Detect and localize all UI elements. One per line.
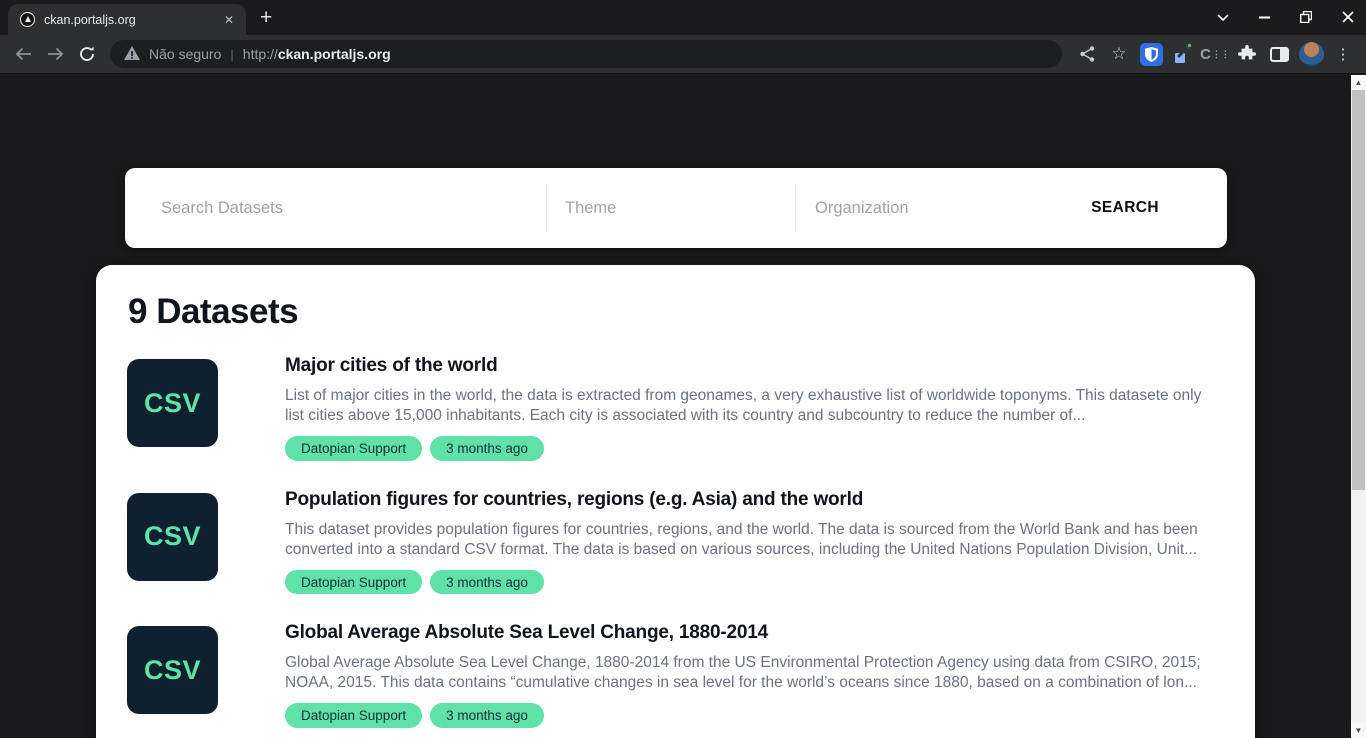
dataset-title[interactable]: Major cities of the world [285, 355, 1222, 377]
scroll-up-arrow-icon[interactable]: ▲ [1351, 75, 1366, 90]
organization-badge[interactable]: Datopian Support [285, 570, 422, 595]
updated-time-badge[interactable]: 3 months ago [430, 570, 544, 595]
extensions-puzzle-icon[interactable] [1232, 39, 1262, 69]
dataset-description: This dataset provides population figures… [285, 520, 1222, 560]
dataset-title[interactable]: Population figures for countries, region… [285, 489, 1222, 511]
url-scheme: http:// [243, 46, 278, 62]
dataset-title[interactable]: Global Average Absolute Sea Level Change… [285, 622, 1222, 644]
back-button[interactable] [8, 39, 38, 69]
dataset-description: Global Average Absolute Sea Level Change… [285, 653, 1222, 693]
updated-time-badge[interactable]: 3 months ago [430, 703, 544, 728]
search-datasets-input[interactable] [125, 168, 546, 248]
address-bar[interactable]: Não seguro | http://ckan.portaljs.org [110, 40, 1062, 68]
security-label: Não seguro [149, 46, 221, 62]
url-text: http://ckan.portaljs.org [243, 46, 391, 62]
browser-toolbar: Não seguro | http://ckan.portaljs.org ☆ … [0, 35, 1366, 74]
csv-format-icon[interactable]: CSV [127, 359, 218, 447]
scrollbar-thumb[interactable] [1352, 90, 1365, 490]
side-panel-icon[interactable] [1264, 39, 1294, 69]
url-separator: | [230, 47, 233, 62]
colorzilla-extension-icon[interactable] [1168, 39, 1198, 69]
site-favicon-icon [20, 12, 35, 27]
close-window-button[interactable] [1342, 11, 1354, 23]
csv-format-icon[interactable]: CSV [127, 493, 218, 581]
organization-badge[interactable]: Datopian Support [285, 703, 422, 728]
restore-button[interactable] [1300, 11, 1312, 23]
url-host: ckan.portaljs.org [278, 46, 391, 62]
datasets-count-heading: 9 Datasets [127, 292, 1222, 332]
c-extension-icon[interactable]: C⋮⋮ [1200, 39, 1230, 69]
profile-avatar[interactable] [1296, 39, 1326, 69]
browser-titlebar: ckan.portaljs.org ✕ + [0, 0, 1366, 35]
page-content: SEARCH 9 Datasets CSV Major cities of th… [0, 75, 1366, 738]
organization-input[interactable] [796, 168, 1071, 248]
new-tab-button[interactable]: + [260, 7, 272, 28]
dataset-search-card: SEARCH [125, 168, 1227, 248]
window-menu-chevron-icon[interactable] [1217, 14, 1229, 21]
dataset-list: CSV Major cities of the world List of ma… [127, 359, 1222, 738]
dataset-row: CSV Global Average Absolute Sea Level Ch… [127, 626, 1222, 728]
bitwarden-extension-icon[interactable] [1136, 39, 1166, 69]
window-controls [1217, 0, 1354, 34]
minimize-button[interactable] [1259, 16, 1270, 19]
bookmark-star-icon[interactable]: ☆ [1104, 39, 1134, 69]
page-scrollbar[interactable]: ▲ ▼ [1351, 75, 1366, 738]
tab-close-icon[interactable]: ✕ [220, 11, 238, 29]
share-icon[interactable] [1072, 39, 1102, 69]
theme-input[interactable] [547, 168, 795, 248]
scroll-down-arrow-icon[interactable]: ▼ [1351, 723, 1366, 738]
updated-time-badge[interactable]: 3 months ago [430, 436, 544, 461]
browser-tab[interactable]: ckan.portaljs.org ✕ [8, 4, 246, 35]
reload-button[interactable] [72, 39, 102, 69]
datasets-card: 9 Datasets CSV Major cities of the world… [96, 265, 1255, 738]
browser-menu-icon[interactable]: ⋮ [1328, 39, 1358, 69]
forward-button[interactable] [40, 39, 70, 69]
dataset-description: List of major cities in the world, the d… [285, 386, 1222, 426]
not-secure-warning-icon [124, 46, 140, 63]
dataset-row: CSV Major cities of the world List of ma… [127, 359, 1222, 461]
search-button[interactable]: SEARCH [1071, 168, 1227, 248]
dataset-row: CSV Population figures for countries, re… [127, 493, 1222, 595]
tab-title: ckan.portaljs.org [44, 13, 211, 27]
csv-format-icon[interactable]: CSV [127, 626, 218, 714]
organization-badge[interactable]: Datopian Support [285, 436, 422, 461]
